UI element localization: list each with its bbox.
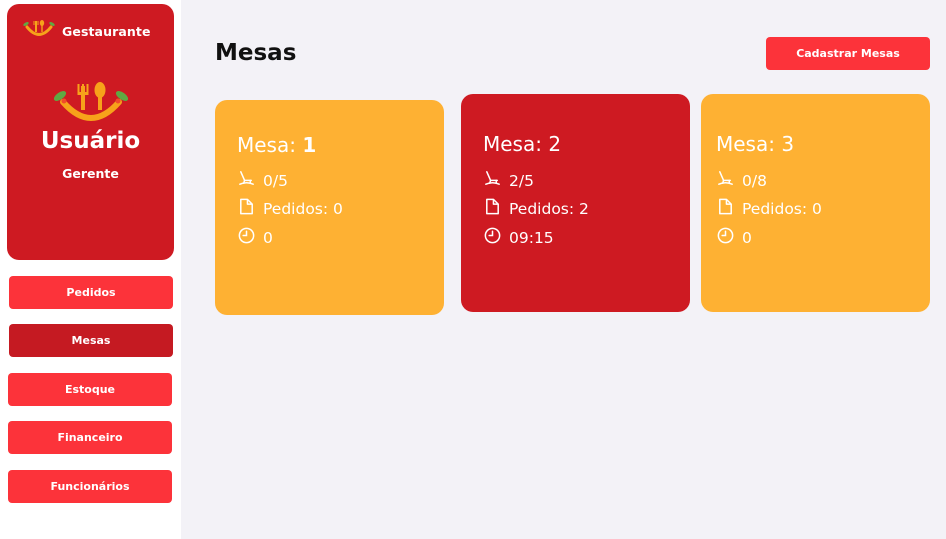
page-title: Mesas [215, 40, 297, 66]
time-value: 09:15 [509, 228, 554, 247]
occupancy-value: 0/8 [742, 171, 767, 190]
restaurant-logo-icon [21, 18, 57, 44]
nav-funcionarios-button[interactable]: Funcionários [8, 470, 172, 503]
brand-name: Gestaurante [62, 23, 151, 39]
orders-row: Pedidos: 0 [716, 197, 822, 220]
orders-value: Pedidos: 0 [263, 199, 343, 218]
clock-icon [716, 226, 735, 249]
orders-value: Pedidos: 0 [742, 199, 822, 218]
time-row: 0 [716, 226, 752, 249]
table-title: Mesa: 2 [483, 132, 562, 156]
user-name: Usuário [40, 128, 141, 154]
time-value: 0 [263, 228, 273, 247]
sidebar: Gestaurante Usuário Gerente Pedidos Mesa… [0, 0, 181, 539]
table-card-1[interactable]: Mesa: 1 0/5 Pedidos: 0 0 [215, 100, 444, 315]
nav-pedidos-button[interactable]: Pedidos [9, 276, 173, 309]
document-icon [483, 197, 502, 220]
table-card-3[interactable]: Mesa: 3 0/8 Pedidos: 0 0 [701, 94, 930, 312]
profile-card: Gestaurante Usuário Gerente [7, 4, 174, 260]
nav-estoque-button[interactable]: Estoque [8, 373, 172, 406]
occupancy-row: 0/8 [716, 169, 767, 192]
occupancy-value: 2/5 [509, 171, 534, 190]
document-icon [237, 197, 256, 220]
add-table-button[interactable]: Cadastrar Mesas [766, 37, 930, 70]
orders-value: Pedidos: 2 [509, 199, 589, 218]
chair-icon [716, 169, 735, 192]
user-role: Gerente [62, 166, 119, 181]
table-title: Mesa: 1 [237, 133, 317, 157]
time-value: 0 [742, 228, 752, 247]
time-row: 09:15 [483, 226, 554, 249]
restaurant-logo-icon [49, 78, 133, 128]
table-title: Mesa: 3 [716, 132, 795, 156]
nav-financeiro-button[interactable]: Financeiro [8, 421, 172, 454]
chair-icon [483, 169, 502, 192]
occupancy-row: 2/5 [483, 169, 534, 192]
brand: Gestaurante [21, 18, 151, 44]
occupancy-value: 0/5 [263, 171, 288, 190]
orders-row: Pedidos: 0 [237, 197, 343, 220]
document-icon [716, 197, 735, 220]
occupancy-row: 0/5 [237, 169, 288, 192]
time-row: 0 [237, 226, 273, 249]
orders-row: Pedidos: 2 [483, 197, 589, 220]
clock-icon [483, 226, 502, 249]
chair-icon [237, 169, 256, 192]
nav-mesas-button[interactable]: Mesas [9, 324, 173, 357]
clock-icon [237, 226, 256, 249]
table-card-2[interactable]: Mesa: 2 2/5 Pedidos: 2 09:15 [461, 94, 690, 312]
